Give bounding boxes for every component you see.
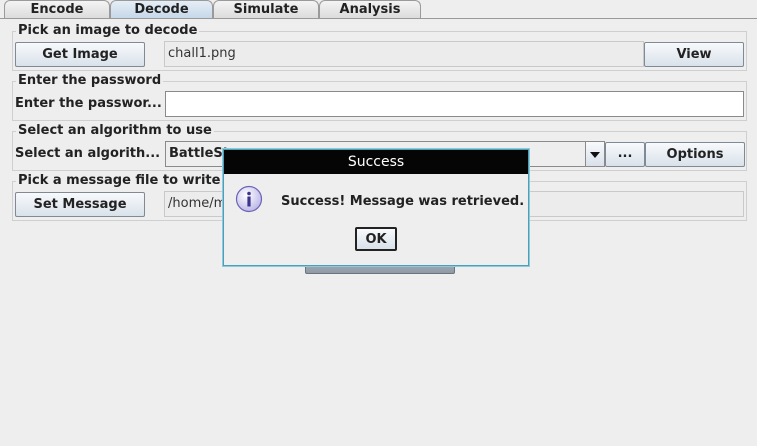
dialog-message: Success! Message was retrieved.: [281, 194, 525, 209]
chevron-down-icon[interactable]: [585, 142, 604, 166]
password-section-legend: Enter the password: [16, 73, 164, 89]
info-icon: [235, 185, 263, 213]
message-section-legend: Pick a message file to write t: [16, 173, 234, 189]
success-dialog: Success Success! Message was retrieved. …: [223, 149, 529, 266]
tab-analysis[interactable]: Analysis: [319, 0, 421, 18]
get-image-button[interactable]: Get Image: [15, 42, 145, 67]
tab-encode[interactable]: Encode: [4, 0, 110, 18]
view-button[interactable]: View: [644, 42, 744, 67]
options-button[interactable]: Options: [645, 142, 745, 167]
tab-decode[interactable]: Decode: [110, 0, 213, 18]
password-input[interactable]: [165, 91, 744, 117]
ok-button[interactable]: OK: [355, 227, 397, 251]
algorithm-more-button[interactable]: ...: [605, 142, 645, 167]
tab-divider: [0, 18, 757, 19]
image-section-legend: Pick an image to decode: [16, 23, 200, 39]
algorithm-section-legend: Select an algorithm to use: [16, 123, 214, 139]
algorithm-label: Select an algorith...: [15, 146, 161, 161]
algorithm-selected-value: BattleSt: [169, 146, 229, 161]
dialog-title: Success: [224, 150, 528, 174]
password-label: Enter the passwor...: [15, 96, 162, 111]
image-filename-field: chall1.png: [164, 41, 644, 67]
set-message-button[interactable]: Set Message: [15, 192, 145, 217]
tab-simulate[interactable]: Simulate: [213, 0, 319, 18]
